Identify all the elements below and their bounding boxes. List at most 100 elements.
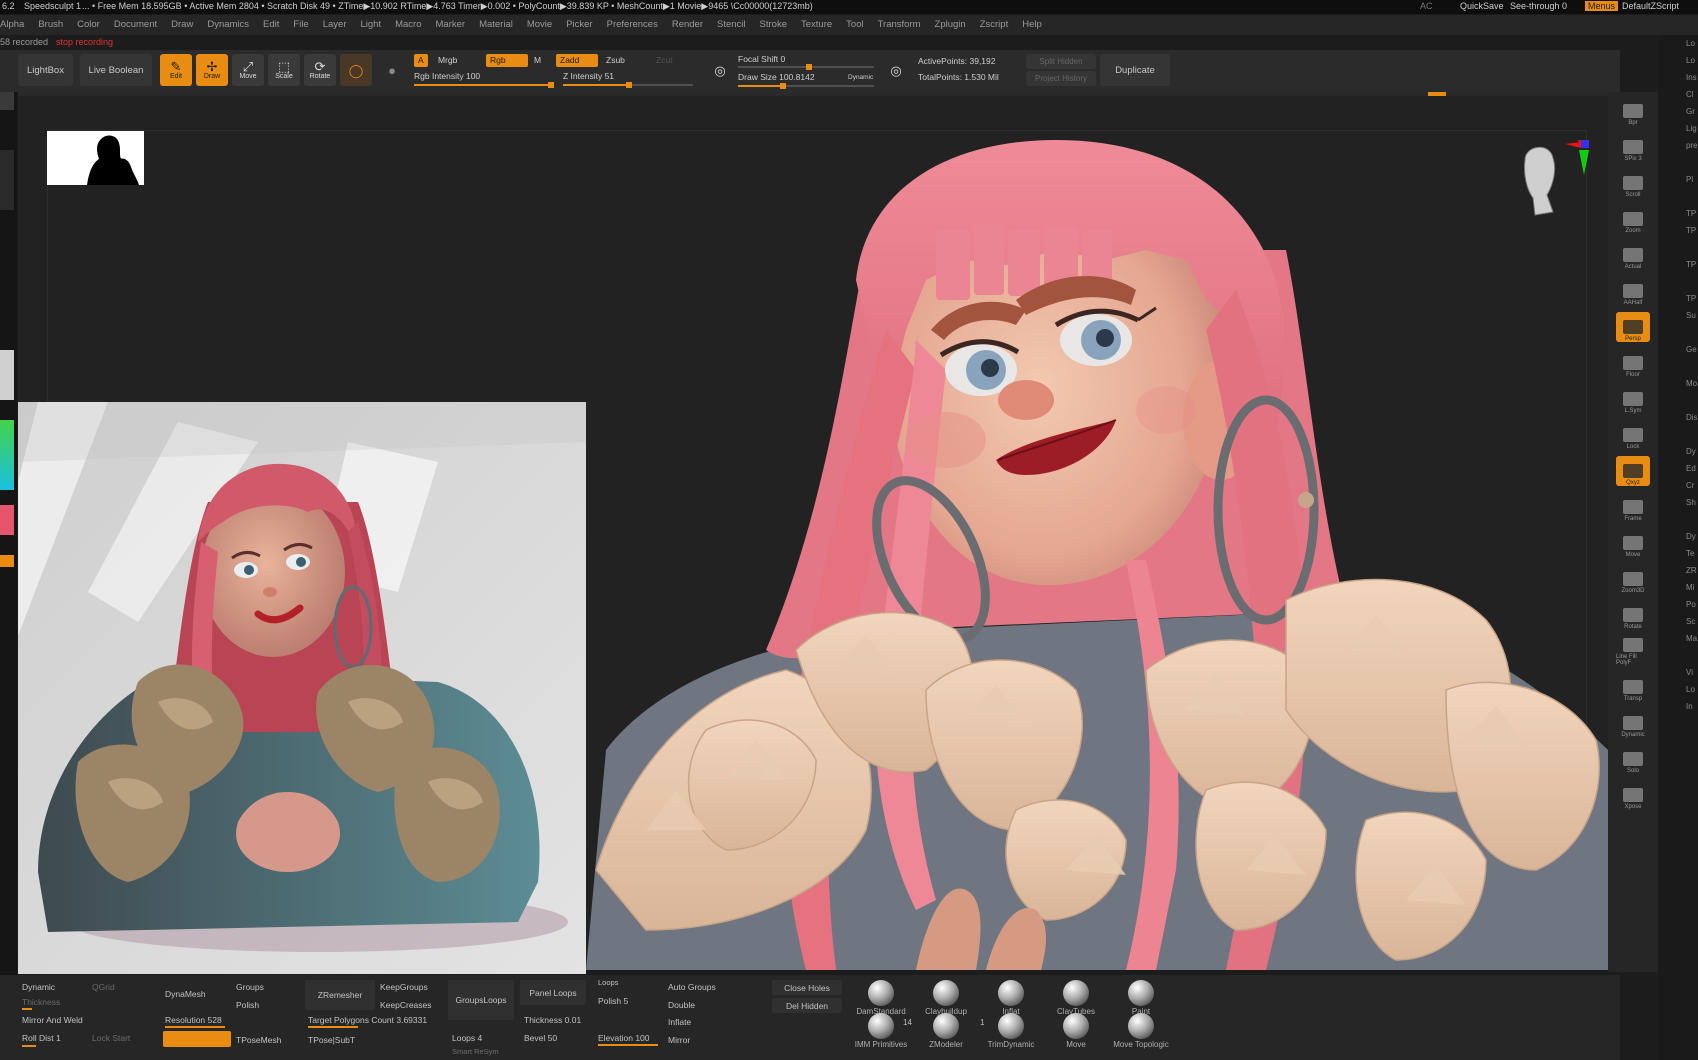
palette-entry[interactable]: Gr <box>1658 103 1698 120</box>
palette-entry[interactable]: Lo <box>1658 52 1698 69</box>
tray-transp-button[interactable]: Transp <box>1616 672 1650 702</box>
edit-mode-button[interactable]: ✎ Edit <box>160 54 192 86</box>
brush-alpha-slot[interactable]: ◯ <box>340 54 372 86</box>
menu-render[interactable]: Render <box>672 15 703 35</box>
tray-bpr-button[interactable]: Bpr <box>1616 96 1650 126</box>
palette-entry[interactable]: Lo <box>1658 35 1698 52</box>
keepgroups-toggle[interactable]: KeepGroups <box>380 982 428 992</box>
menu-help[interactable]: Help <box>1022 15 1042 35</box>
palette-entry[interactable]: Dis <box>1658 409 1698 426</box>
lazy-mouse-button[interactable]: ◎ <box>704 54 736 86</box>
palette-entry[interactable]: Ins <box>1658 69 1698 86</box>
palette-entry[interactable]: Vi <box>1658 664 1698 681</box>
panel-loops-button[interactable]: Panel Loops <box>520 980 586 1005</box>
tray-solo-button[interactable]: Solo <box>1616 744 1650 774</box>
palette-entry[interactable] <box>1658 647 1698 664</box>
double-toggle[interactable]: Double <box>668 1000 695 1010</box>
menu-zplugin[interactable]: Zplugin <box>935 15 966 35</box>
thickness-value-slider[interactable]: Thickness 0.01 <box>524 1015 581 1025</box>
tray-move-button[interactable]: Move <box>1616 528 1650 558</box>
split-hidden-button[interactable]: Split Hidden <box>1026 54 1096 69</box>
palette-entry[interactable] <box>1658 188 1698 205</box>
zsub-toggle[interactable]: Zsub <box>602 54 629 67</box>
left-tray-button[interactable] <box>0 150 14 210</box>
main-color-swatch[interactable] <box>0 505 14 535</box>
menu-material[interactable]: Material <box>479 15 513 35</box>
menu-stroke[interactable]: Stroke <box>760 15 787 35</box>
groupsloops-button[interactable]: GroupsLoops <box>448 980 514 1020</box>
brush-move[interactable]: Move <box>1045 1013 1107 1055</box>
mrgb-toggle[interactable]: Mrgb <box>434 54 461 67</box>
project-history-button[interactable]: Project History <box>1026 71 1096 86</box>
palette-entry[interactable]: Te <box>1658 545 1698 562</box>
tray-l-sym-button[interactable]: L.Sym <box>1616 384 1650 414</box>
palette-entry[interactable]: Cr <box>1658 477 1698 494</box>
lightbox-button[interactable]: LightBox <box>18 54 73 86</box>
sculpt-model[interactable] <box>586 130 1608 970</box>
menu-stencil[interactable]: Stencil <box>717 15 746 35</box>
draw-mode-button[interactable]: ✢ Draw <box>196 54 228 86</box>
zadd-toggle[interactable]: Zadd <box>556 54 598 67</box>
duplicate-button[interactable]: Duplicate <box>1100 54 1170 86</box>
zremesher-button[interactable]: ZRemesher <box>305 980 375 1010</box>
menu-preferences[interactable]: Preferences <box>607 15 658 35</box>
thickness-slider[interactable]: Thickness <box>22 997 60 1007</box>
brush-move-topologic[interactable]: Move Topologic <box>1110 1013 1172 1055</box>
material-slot[interactable]: ● <box>376 54 408 86</box>
menu-draw[interactable]: Draw <box>171 15 193 35</box>
menu-brush[interactable]: Brush <box>38 15 63 35</box>
palette-entry[interactable] <box>1658 511 1698 528</box>
auto-groups-button[interactable]: Auto Groups <box>668 982 716 992</box>
palette-entry[interactable]: pre <box>1658 137 1698 154</box>
z-intensity-slider[interactable] <box>563 82 693 88</box>
tray-xpose-button[interactable]: Xpose <box>1616 780 1650 810</box>
menu-layer[interactable]: Layer <box>323 15 347 35</box>
secondary-color-swatch[interactable] <box>0 555 14 567</box>
mirror-button[interactable]: Mirror <box>668 1035 690 1045</box>
project-button[interactable] <box>163 1031 231 1047</box>
stop-recording-link[interactable]: stop recording <box>56 37 113 47</box>
palette-entry[interactable]: TP <box>1658 222 1698 239</box>
palette-entry[interactable]: Pl <box>1658 171 1698 188</box>
default-script-label[interactable]: DefaultZScript <box>1622 1 1679 11</box>
bevel-slider[interactable]: Bevel 50 <box>524 1033 557 1043</box>
dynamic-size-toggle[interactable]: Dynamic <box>848 74 873 81</box>
palette-entry[interactable] <box>1658 358 1698 375</box>
palette-entry[interactable] <box>1658 392 1698 409</box>
groups-toggle[interactable]: Groups <box>236 982 264 992</box>
orientation-widget[interactable] <box>1505 137 1595 230</box>
menu-alpha[interactable]: Alpha <box>0 15 24 35</box>
palette-entry[interactable]: Mi <box>1658 579 1698 596</box>
inflate-slider[interactable]: Inflate <box>668 1017 691 1027</box>
palette-entry[interactable]: Po <box>1658 596 1698 613</box>
dynamic-toggle[interactable]: Dynamic <box>22 982 55 992</box>
palette-entry[interactable]: Dy <box>1658 528 1698 545</box>
palette-entry[interactable]: Cl <box>1658 86 1698 103</box>
smart-resym-toggle[interactable]: Smart ReSym <box>452 1047 499 1056</box>
focal-shift-slider[interactable] <box>738 64 874 70</box>
close-holes-button[interactable]: Close Holes <box>772 980 842 995</box>
sym-button[interactable]: ◎ <box>880 54 912 86</box>
palette-entry[interactable]: TP <box>1658 290 1698 307</box>
menu-macro[interactable]: Macro <box>395 15 421 35</box>
live-boolean-button[interactable]: Live Boolean <box>80 54 152 86</box>
rgb-toggle[interactable]: Rgb <box>486 54 528 67</box>
palette-entry[interactable] <box>1658 239 1698 256</box>
palette-entry[interactable] <box>1658 154 1698 171</box>
loops4-slider[interactable]: Loops 4 <box>452 1033 482 1043</box>
menu-movie[interactable]: Movie <box>527 15 552 35</box>
palette-entry[interactable]: ZR <box>1658 562 1698 579</box>
draw-size-slider[interactable] <box>738 83 874 89</box>
tray-floor-button[interactable]: Floor <box>1616 348 1650 378</box>
palette-entry[interactable]: TP <box>1658 205 1698 222</box>
menu-picker[interactable]: Picker <box>566 15 592 35</box>
resolution-slider[interactable]: Resolution 528 <box>165 1015 222 1025</box>
palette-entry[interactable] <box>1658 324 1698 341</box>
palette-entry[interactable]: In <box>1658 698 1698 715</box>
menu-file[interactable]: File <box>293 15 308 35</box>
dynamesh-button[interactable]: DynaMesh <box>165 989 206 999</box>
menu-zscript[interactable]: Zscript <box>980 15 1009 35</box>
tray-spix-3-button[interactable]: SPix 3 <box>1616 132 1650 162</box>
menu-dynamics[interactable]: Dynamics <box>207 15 249 35</box>
qgrid-toggle[interactable]: QGrid <box>92 982 115 992</box>
